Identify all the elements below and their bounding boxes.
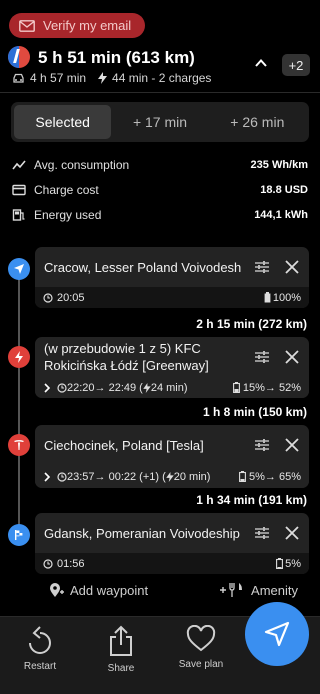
close-icon[interactable] [283,436,301,454]
waypoint-time: 22:20→ 22:49 ( [67,381,143,394]
chevron-right-icon[interactable] [43,382,51,393]
battery-low-icon [276,558,284,569]
route-actions: Add waypoint Amenity [48,582,298,598]
card-icon [12,184,26,195]
tesla-node-icon [8,434,30,456]
route-title: 5 h 51 min (613 km) [38,48,195,67]
stat-label: Energy used [34,207,102,222]
charger-node-icon [8,346,30,368]
share-button[interactable]: Share [91,625,151,674]
car-icon [13,73,24,83]
close-icon[interactable] [283,524,301,542]
stat-value: 18.8 USD [260,183,308,196]
share-label: Share [107,663,135,674]
chevron-right-icon[interactable] [43,471,51,482]
tab-plus-17[interactable]: + 17 min [111,105,208,139]
chevron-up-icon[interactable] [254,56,268,70]
fuel-icon [12,208,25,221]
route-timeline [18,268,20,536]
stat-label: Avg. consumption [34,157,130,172]
charge-duration: 20 min) [173,470,211,483]
share-icon [110,625,132,656]
amenity-button[interactable]: Amenity [219,582,298,598]
waypoint-name: (w przebudowie 1 z 5) KFC Rokicińska Łód… [44,341,209,373]
tab-selected[interactable]: Selected [14,105,112,139]
waypoint-name: Cracow, Lesser Poland Voivodeship [44,259,241,275]
mail-icon [19,19,35,32]
waypoint-name: Ciechocinek, Poland [Tesla] [44,437,204,453]
waypoint-time: 23:57→ 00:22 (+1) ( [67,470,166,483]
navigate-button[interactable] [245,602,309,666]
battery-charging-icon [239,471,246,482]
battery-icon [264,292,271,303]
tab-plus-26[interactable]: + 26 min [209,105,306,139]
drive-time: 4 h 57 min [30,71,87,85]
stat-label: Charge cost [34,182,99,197]
clock-icon [43,292,53,303]
battery-charging-icon [232,382,240,393]
waypoint-time: 01:56 [57,557,85,570]
restart-label: Restart [23,661,57,672]
waypoint-card[interactable]: Gdansk, Pomeranian Voivodeship 01:56 5% [35,513,309,574]
waypoint-name: Gdansk, Pomeranian Voivodeship [44,525,240,541]
bolt-icon [166,471,174,482]
bolt-icon [143,382,151,393]
route-options-tabs: Selected + 17 min + 26 min [11,102,309,142]
waypoint-card[interactable]: Cracow, Lesser Poland Voivodeship 20:05 … [35,247,309,308]
route-summary: 5 h 51 min (613 km) 4 h 57 min 44 min - … [8,46,312,90]
close-icon[interactable] [283,348,301,366]
amenity-label: Amenity [251,582,298,598]
stat-energy-used: Energy used 144,1 kWh [12,202,308,227]
stat-value: 235 Wh/km [250,158,308,171]
waypoint-battery: 15%→ 52% [242,381,301,394]
start-node-icon [8,258,30,280]
waypoint-battery: 100% [272,291,301,304]
add-location-icon [50,583,64,597]
sliders-icon[interactable] [253,436,271,454]
leg-distance: 2 h 15 min (272 km) [196,317,307,331]
restart-button[interactable]: Restart [10,625,70,672]
save-plan-label: Save plan [178,659,224,670]
restart-icon [29,626,51,654]
close-icon[interactable] [283,258,301,276]
more-routes-button[interactable]: +2 [282,54,310,76]
clock-icon [43,558,53,569]
save-plan-button[interactable]: Save plan [171,625,231,670]
verify-email-button[interactable]: Verify my email [9,13,145,38]
restaurant-icon [220,583,243,597]
clock-icon [57,382,67,393]
add-waypoint-label: Add waypoint [70,582,149,598]
clock-icon [57,471,67,482]
bolt-icon [98,72,108,84]
waypoint-battery: 5%→ 65% [249,470,301,483]
trip-stats: Avg. consumption 235 Wh/km Charge cost 1… [12,152,308,227]
heart-icon [186,625,216,652]
navigate-icon [264,621,290,647]
charge-duration: 24 min) [150,381,188,394]
waypoint-card[interactable]: (w przebudowie 1 z 5) KFC Rokicińska Łód… [35,337,309,398]
waypoint-card[interactable]: Ciechocinek, Poland [Tesla] 23:57→ 00:22… [35,425,309,488]
add-waypoint-button[interactable]: Add waypoint [48,582,148,598]
waypoint-time: 20:05 [57,291,85,304]
stat-consumption: Avg. consumption 235 Wh/km [12,152,308,177]
sliders-icon[interactable] [253,348,271,366]
verify-email-label: Verify my email [43,18,132,33]
stat-value: 144,1 kWh [254,208,308,221]
finish-flag-icon [8,524,30,546]
sliders-icon[interactable] [253,524,271,542]
leg-distance: 1 h 8 min (150 km) [202,405,307,419]
charge-info: 44 min - 2 charges [112,71,212,85]
divider [0,92,320,93]
trend-icon [12,159,26,169]
waypoint-battery: 5% [285,557,301,570]
route-logo-icon [8,46,30,68]
leg-distance: 1 h 34 min (191 km) [196,493,307,507]
sliders-icon[interactable] [253,258,271,276]
stat-charge-cost: Charge cost 18.8 USD [12,177,308,202]
